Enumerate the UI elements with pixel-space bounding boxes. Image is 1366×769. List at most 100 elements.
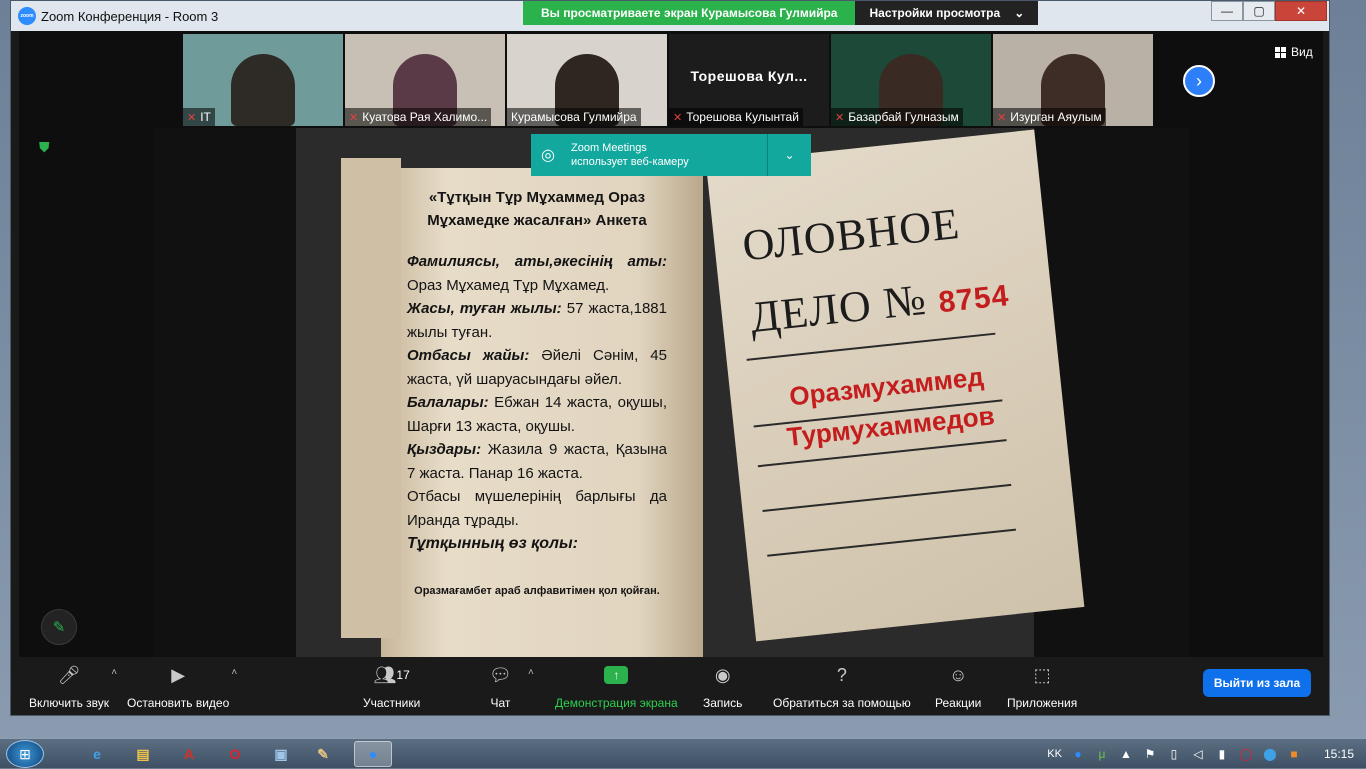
flag-icon[interactable]: ⚑: [1142, 746, 1158, 762]
stop-video-button[interactable]: ▶ Остановить видео ˄: [127, 663, 237, 711]
questionnaire-label: Фамилиясы, аты,әкесінің аты:: [407, 253, 667, 270]
questionnaire-value: Ораз Мұхамед Тұр Мұхамед.: [407, 276, 610, 294]
leave-meeting-button[interactable]: Выйти из зала: [1203, 669, 1311, 697]
case-file-heading: ОЛОВНОЕ ДЕЛО № 8754: [739, 184, 1013, 359]
maximize-button[interactable]: ▢: [1243, 1, 1275, 21]
tray-expand-icon[interactable]: ▲: [1118, 746, 1134, 762]
app-tray-icon[interactable]: ■: [1286, 746, 1302, 762]
annotate-pencil-icon[interactable]: ✎: [41, 609, 77, 645]
gallery-next-button[interactable]: ›: [1183, 65, 1215, 97]
toolbar-label: Участники: [363, 696, 421, 710]
participant-tile[interactable]: ✕ Базарбай Гулназым: [831, 34, 991, 126]
toolbar-label: Включить звук: [29, 696, 110, 710]
participant-name-bar: ✕ Торешова Кулынтай: [669, 108, 803, 126]
webcam-notice-title: Zoom Meetings: [571, 142, 647, 154]
meeting-toolbar: 🎤︎ Включить звук ˄ ▶ Остановить видео ˄ 👥︎ 17 У…: [11, 657, 1329, 715]
questionnaire-label: Қыздары:: [407, 441, 488, 458]
chevron-right-icon: ›: [1196, 70, 1202, 91]
questionnaire-text: «Тұтқын Тұр Мұхаммед Ораз Мұхамедке жаса…: [407, 186, 667, 603]
participant-tile[interactable]: ✕ IT: [183, 34, 343, 126]
case-number: 8754: [936, 279, 1011, 320]
participant-tile[interactable]: Торешова Кул... ✕ Торешова Кулынтай: [669, 34, 829, 126]
participant-count: 17: [396, 668, 410, 682]
questionnaire-row: Отбасы жайы: Әйелі Сәнім, 45 жаста, үй ш…: [407, 344, 667, 391]
case-person-name: Оразмухаммед Турмухаммедов: [781, 356, 997, 457]
reactions-button[interactable]: ☺ Реакции: [935, 663, 981, 711]
participant-tile[interactable]: Курамысова Гулмийра: [507, 34, 667, 126]
toolbar-label: Приложения: [1007, 696, 1078, 710]
unmute-button[interactable]: 🎤︎ Включить звук ˄: [29, 663, 117, 711]
muted-mic-icon: ✕: [835, 111, 845, 124]
view-options-button[interactable]: Настройки просмотра ⌄: [855, 1, 1039, 25]
shared-screen: «Тұтқын Тұр Мұхаммед Ораз Мұхамедке жаса…: [154, 128, 1189, 657]
case-heading-line-2: ДЕЛО №: [747, 274, 929, 343]
opera-tray-icon[interactable]: ◯: [1238, 746, 1254, 762]
share-banner-message: Вы просматриваете экран Курамысова Гулми…: [523, 1, 856, 25]
start-button[interactable]: ⊞: [6, 740, 44, 768]
clock[interactable]: 15:15: [1324, 747, 1354, 761]
ie-taskbar-icon[interactable]: e: [78, 741, 116, 767]
security-shield-icon[interactable]: ⛊: [39, 139, 55, 157]
toolbar-label: Остановить видео: [127, 696, 230, 710]
muted-mic-icon: ✕: [997, 111, 1007, 124]
participant-name: Изурган Аяулым: [1010, 110, 1102, 124]
webcam-icon: ◎: [541, 147, 555, 164]
form-line: [762, 483, 1012, 512]
case-file-page: ОЛОВНОЕ ДЕЛО № 8754 Оразмухаммед Турмуха…: [706, 129, 1085, 642]
family-note: Отбасы мүшелерінің барлығы да Иранда тұр…: [407, 488, 667, 529]
zoom-tray-icon[interactable]: ●: [1070, 746, 1086, 762]
participant-name-bar: ✕ Куатова Рая Халимо...: [345, 108, 492, 126]
windows-taskbar: ⊞ e ▤ A O ▣ ✎ ● KK ● μ ▲ ⚑ ▯ ◁ ▮ ◯ ⬤ ■ 15:15: [0, 738, 1366, 768]
zoom-taskbar-icon[interactable]: ●: [354, 741, 392, 767]
paint-taskbar-icon[interactable]: ✎: [304, 741, 342, 767]
share-screen-button[interactable]: ↑ Демонстрация экрана: [555, 663, 678, 710]
chevron-down-icon[interactable]: ⌄: [767, 134, 811, 176]
muted-mic-icon: ✕: [187, 111, 197, 124]
webcam-notice-subtitle: использует веб-камеру: [571, 156, 689, 168]
participant-name: Курамысова Гулмийра: [511, 110, 637, 124]
chevron-up-icon[interactable]: ˄: [111, 667, 117, 678]
toolbar-label: Обратиться за помощью: [773, 696, 911, 710]
questionnaire-page: «Тұтқын Тұр Мұхаммед Ораз Мұхамедке жаса…: [341, 158, 703, 657]
volume-icon[interactable]: ◁: [1190, 746, 1206, 762]
participant-name-bar: ✕ Базарбай Гулназым: [831, 108, 963, 126]
questionnaire-row: Жасы, туған жылы: 57 жаста,1881 жылы туғ…: [407, 297, 667, 344]
participant-name-bar: ✕ IT: [183, 108, 215, 126]
minimize-button[interactable]: —: [1211, 1, 1243, 21]
participant-tile[interactable]: ✕ Изурган Аяулым: [993, 34, 1153, 126]
network-icon[interactable]: ▮: [1214, 746, 1230, 762]
remote-taskbar-icon[interactable]: ▣: [262, 741, 300, 767]
help-icon: ?: [836, 664, 847, 685]
webcam-notice[interactable]: ◎ Zoom Meetings использует веб-камеру ⌄: [531, 134, 811, 176]
video-camera-icon: ▶: [171, 664, 186, 685]
ask-for-help-button[interactable]: ? Обратиться за помощью: [773, 663, 911, 711]
language-indicator[interactable]: KK: [1047, 748, 1062, 760]
opera-taskbar-icon[interactable]: O: [216, 741, 254, 767]
acrobat-taskbar-icon[interactable]: A: [170, 741, 208, 767]
toolbar-label: Демонстрация экрана: [555, 696, 678, 710]
signature-label: Тұтқынның өз қолы:: [407, 535, 578, 552]
shared-slide: «Тұтқын Тұр Мұхаммед Ораз Мұхамедке жаса…: [296, 128, 1085, 657]
view-button[interactable]: Вид: [1275, 45, 1313, 59]
chevron-up-icon[interactable]: ˄: [528, 667, 534, 678]
record-button[interactable]: ◉ Запись: [703, 663, 742, 711]
apps-button[interactable]: ⬚ Приложения: [1007, 663, 1078, 711]
participants-button[interactable]: 👥︎ 17 Участники: [363, 663, 421, 711]
microphone-muted-icon: 🎤︎: [57, 664, 81, 685]
window-title: Zoom Конференция - Room 3: [41, 8, 219, 24]
participant-gallery: ✕ IT ✕ Куатова Рая Халимо... Курамысова Гулм…: [183, 34, 1153, 126]
view-label: Вид: [1291, 45, 1313, 59]
explorer-taskbar-icon[interactable]: ▤: [124, 741, 162, 767]
participant-tile[interactable]: ✕ Куатова Рая Халимо...: [345, 34, 505, 126]
close-button[interactable]: ✕: [1275, 1, 1327, 21]
participant-name: Куатова Рая Халимо...: [362, 110, 488, 124]
chevron-up-icon[interactable]: ˄: [231, 667, 237, 678]
chat-icon: 💬︎: [489, 664, 512, 685]
participant-display-name: Торешова Кул...: [690, 68, 808, 84]
location-icon[interactable]: ⬤: [1262, 746, 1278, 762]
torrent-tray-icon[interactable]: μ: [1094, 746, 1110, 762]
questionnaire-row: Балалары: Ебжан 14 жаста, оқушы, Шарғи 1…: [407, 391, 667, 438]
participant-name: IT: [200, 110, 211, 124]
chat-button[interactable]: 💬︎ Чат ˄: [489, 663, 534, 711]
device-icon[interactable]: ▯: [1166, 746, 1182, 762]
